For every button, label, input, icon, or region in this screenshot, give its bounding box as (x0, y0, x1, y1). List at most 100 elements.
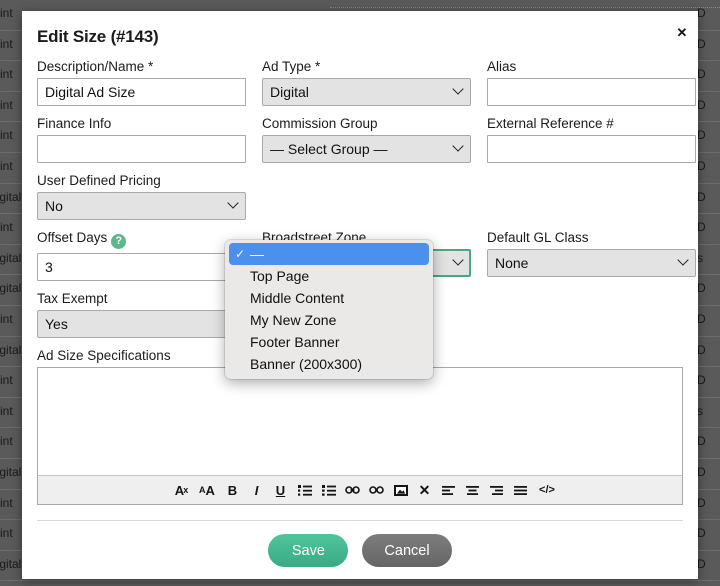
offset-days-input[interactable] (37, 253, 246, 281)
dropdown-option[interactable]: Middle Content (225, 287, 433, 309)
underline-icon[interactable]: U (272, 481, 289, 500)
modal-footer: Save Cancel (37, 520, 683, 567)
table-cell: Print (0, 220, 13, 234)
finance-info-input[interactable] (37, 135, 246, 163)
insert-link-icon[interactable] (344, 481, 361, 500)
table-cell: D (697, 312, 706, 326)
source-code-icon[interactable]: </> (536, 481, 558, 500)
external-reference-label: External Reference # (487, 116, 696, 131)
dropdown-option[interactable]: My New Zone (225, 309, 433, 331)
table-cell: D (697, 220, 706, 234)
table-cell: D (697, 465, 706, 479)
external-reference-input[interactable] (487, 135, 696, 163)
background-dotted-divider (330, 7, 720, 8)
rich-text-editor: Ax AA BIU ✕ </> (37, 367, 683, 505)
default-gl-class-select-wrap: None (487, 249, 696, 277)
table-cell: D (697, 37, 706, 51)
clear-formatting-icon[interactable]: Ax (173, 481, 190, 500)
numbered-list-icon[interactable] (320, 481, 337, 500)
table-cell: D (697, 67, 706, 81)
commission-group-select[interactable]: — Select Group — (262, 135, 471, 163)
broadstreet-zone-dropdown-list[interactable]: ✓— Top Page Middle ContentMy New Zone Foote… (225, 240, 433, 379)
large-a: A (206, 484, 215, 497)
table-cell: D (697, 496, 706, 510)
table-cell: D (697, 128, 706, 142)
dropdown-option-label: Top Page (250, 268, 309, 284)
table-cell: Digital (0, 190, 21, 204)
ad-type-select-wrap: Digital (262, 78, 471, 106)
default-gl-class-select[interactable]: None (487, 249, 696, 277)
dropdown-option-label: — (250, 246, 264, 262)
table-cell: D (697, 190, 706, 204)
description-input[interactable] (37, 78, 246, 106)
table-cell: Print (0, 6, 13, 20)
table-cell: Print (0, 159, 13, 173)
table-cell: Print (0, 37, 13, 51)
user-defined-pricing-select[interactable]: No (37, 192, 246, 220)
finance-info-label: Finance Info (37, 116, 246, 131)
table-cell: D (697, 6, 706, 20)
field-commission-group: Commission Group — Select Group — (262, 116, 471, 163)
align-justify-icon[interactable] (512, 481, 529, 500)
alias-input[interactable] (487, 78, 696, 106)
table-cell: Digital (0, 343, 21, 357)
table-cell: D (697, 557, 706, 571)
align-left-icon[interactable] (440, 481, 457, 500)
field-finance-info: Finance Info (37, 116, 246, 163)
table-cell: Print (0, 526, 13, 540)
unlink-icon[interactable] (368, 481, 385, 500)
save-button[interactable]: Save (268, 534, 348, 567)
table-cell: D (697, 281, 706, 295)
table-cell: D (697, 434, 706, 448)
table-cell: Print (0, 312, 13, 326)
dropdown-option[interactable]: ✓— (229, 243, 429, 265)
offset-days-label: Offset Days? (37, 230, 246, 249)
ad-type-select[interactable]: Digital (262, 78, 471, 106)
italic-icon[interactable]: I (248, 481, 265, 500)
table-cell: Print (0, 98, 13, 112)
form-row-1: Description/Name * Ad Type * Digital Ali… (37, 59, 683, 106)
table-cell: Print (0, 373, 13, 387)
dropdown-option[interactable]: Banner (200x300) (225, 353, 433, 375)
page-title: Edit Size (#143) (37, 27, 683, 47)
align-center-icon[interactable] (464, 481, 481, 500)
table-cell: D (697, 159, 706, 173)
dropdown-option-label: Banner (200x300) (250, 356, 362, 372)
field-description: Description/Name * (37, 59, 246, 106)
table-cell: Print (0, 67, 13, 81)
bold-icon[interactable]: B (224, 481, 241, 500)
cancel-button[interactable]: Cancel (362, 534, 451, 567)
remove-formatting-icon[interactable]: ✕ (416, 481, 433, 500)
dropdown-option[interactable]: Top Page (225, 265, 433, 287)
editor-toolbar: Ax AA BIU ✕ </> (38, 475, 682, 504)
commission-group-select-wrap: — Select Group — (262, 135, 471, 163)
table-cell: Print (0, 128, 13, 142)
table-cell: Digital (0, 465, 21, 479)
tax-exempt-select[interactable]: Yes (37, 310, 246, 338)
table-cell: Print (0, 404, 13, 418)
table-cell: D (697, 373, 706, 387)
dropdown-option[interactable]: Footer Banner (225, 331, 433, 353)
help-circle-icon[interactable]: ? (111, 234, 126, 249)
alias-label: Alias (487, 59, 696, 74)
field-tax-exempt: Tax Exempt Yes (37, 291, 246, 338)
ad-size-specifications-textarea[interactable] (38, 368, 682, 476)
field-alias: Alias (487, 59, 696, 106)
table-cell: D (697, 526, 706, 540)
bulleted-list-icon[interactable] (296, 481, 313, 500)
table-cell: D (697, 343, 706, 357)
field-default-gl-class: Default GL Class None (487, 230, 696, 281)
table-cell: Print (0, 434, 13, 448)
commission-group-label: Commission Group (262, 116, 471, 131)
strike-marker: x (183, 486, 188, 495)
field-user-defined-pricing: User Defined Pricing No (37, 173, 246, 220)
dropdown-option-label: Footer Banner (250, 334, 340, 350)
field-external-reference: External Reference # (487, 116, 696, 163)
field-offset-days: Offset Days? (37, 230, 246, 281)
font-size-icon[interactable]: AA (197, 481, 217, 500)
modal-top-strip (22, 11, 698, 15)
insert-image-icon[interactable] (392, 481, 409, 500)
align-right-icon[interactable] (488, 481, 505, 500)
table-cell: Digital (0, 251, 21, 265)
tax-exempt-label: Tax Exempt (37, 291, 246, 306)
